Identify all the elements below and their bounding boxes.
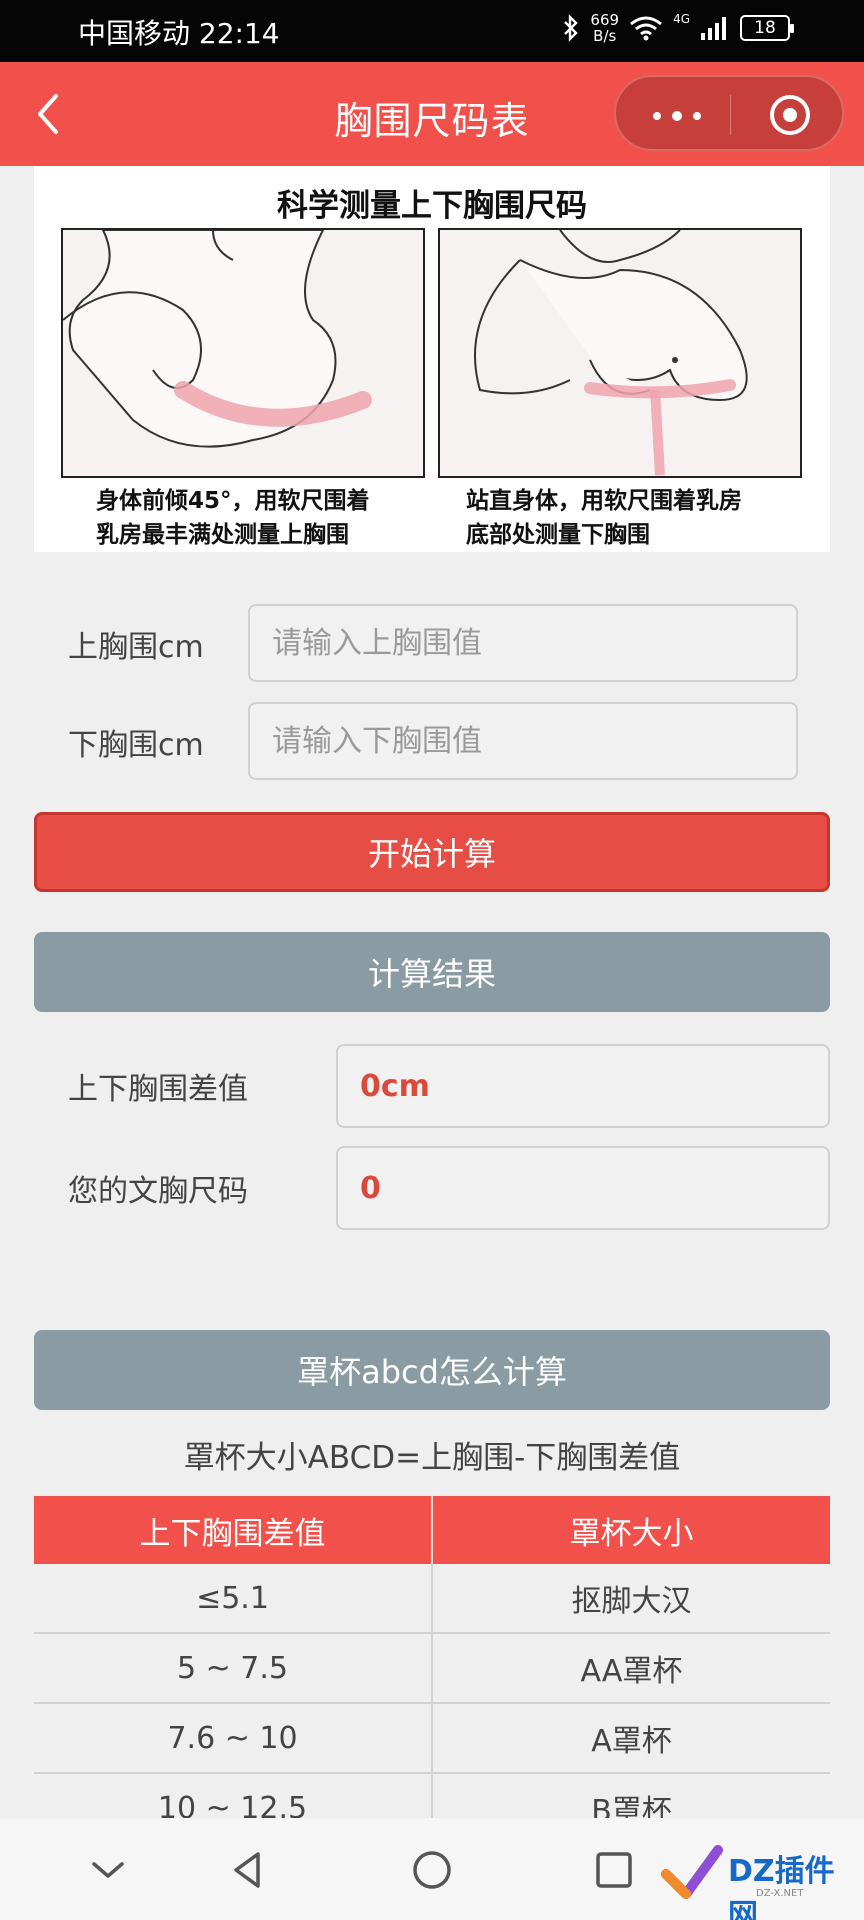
- start-calculate-button[interactable]: 开始计算: [34, 812, 830, 892]
- net-speed: 669 B/s: [590, 11, 620, 45]
- column-header: 罩杯大小: [569, 1515, 694, 1552]
- nav-bar: 胸围尺码表: [0, 62, 864, 166]
- guide-title: 科学测量上下胸围尺码: [277, 188, 587, 224]
- upper-bust-row: 上胸围cm: [34, 604, 830, 682]
- size-label: 您的文胸尺码: [68, 1174, 248, 1209]
- guide-caption-upper: 身体前倾45°，用软尺围着 乳房最丰满处测量上胸围: [96, 488, 370, 548]
- checkmark-logo-icon: [661, 1845, 723, 1899]
- table-cell: 7.6 ~ 10: [34, 1704, 433, 1772]
- recent-apps-icon[interactable]: [592, 1848, 636, 1892]
- table-cell: ≤5.1: [34, 1564, 433, 1632]
- collapse-chevron-icon[interactable]: [86, 1848, 130, 1892]
- status-icons: 669 B/s 4G 18: [562, 11, 794, 45]
- network-type: 4G: [673, 12, 690, 26]
- back-triangle-icon[interactable]: [226, 1848, 270, 1892]
- guide-illustration-upper: [61, 228, 425, 478]
- lower-bust-input[interactable]: [248, 702, 798, 780]
- diff-value: 0cm: [336, 1044, 830, 1128]
- table-cell: 抠脚大汉: [571, 1584, 692, 1619]
- size-row: 您的文胸尺码 0: [34, 1146, 830, 1230]
- guide-illustration-lower: [438, 228, 802, 478]
- more-icon[interactable]: [652, 111, 702, 121]
- table-row: 5 ~ 7.5 AA罩杯: [34, 1634, 830, 1704]
- cup-formula: 罩杯大小ABCD=上胸围-下胸围差值: [183, 1440, 681, 1476]
- table-cell: AA罩杯: [580, 1654, 683, 1689]
- close-target-icon[interactable]: [768, 93, 812, 137]
- upper-bust-input[interactable]: [248, 604, 798, 682]
- lower-bust-row: 下胸围cm: [34, 702, 830, 780]
- measurement-guide-image: 科学测量上下胸围尺码 身体前倾45°，用软尺围着 乳房最丰满处测量上胸围 站直身…: [34, 166, 830, 552]
- lower-bust-label: 下胸围cm: [68, 728, 204, 763]
- bluetooth-icon: [564, 14, 579, 42]
- wifi-icon: [630, 16, 662, 41]
- diff-label: 上下胸围差值: [68, 1072, 248, 1107]
- upper-bust-label: 上胸围cm: [68, 630, 204, 665]
- watermark-subtext: DZ-X.NET: [756, 1888, 804, 1899]
- capsule-divider: [730, 95, 731, 135]
- dz-watermark-logo: DZ插件网 DZ-X.NET: [660, 1840, 860, 1920]
- battery-icon: 18: [740, 15, 794, 41]
- result-header: 计算结果: [34, 932, 830, 1012]
- size-value: 0: [336, 1146, 830, 1230]
- mini-program-capsule: [614, 75, 844, 151]
- status-bar: 中国移动 22:14 669 B/s 4G 18: [0, 0, 864, 62]
- home-circle-icon[interactable]: [410, 1848, 454, 1892]
- cup-size-table: 上下胸围差值 罩杯大小 ≤5.1 抠脚大汉 5 ~ 7.5 AA罩杯 7.6 ~…: [34, 1496, 830, 1844]
- column-header: 上下胸围差值: [34, 1496, 433, 1564]
- signal-icon: [701, 17, 726, 40]
- guide-caption-lower: 站直身体，用软尺围着乳房 底部处测量下胸围: [466, 488, 742, 548]
- table-row: 7.6 ~ 10 A罩杯: [34, 1704, 830, 1774]
- diff-row: 上下胸围差值 0cm: [34, 1044, 830, 1128]
- table-header: 上下胸围差值 罩杯大小: [34, 1496, 830, 1564]
- table-cell: A罩杯: [591, 1724, 672, 1759]
- watermark-text: DZ插件网: [728, 1854, 835, 1920]
- carrier-time: 中国移动 22:14: [78, 17, 280, 50]
- table-cell: 5 ~ 7.5: [34, 1634, 433, 1702]
- table-row: ≤5.1 抠脚大汉: [34, 1564, 830, 1634]
- cup-info-header: 罩杯abcd怎么计算: [34, 1330, 830, 1410]
